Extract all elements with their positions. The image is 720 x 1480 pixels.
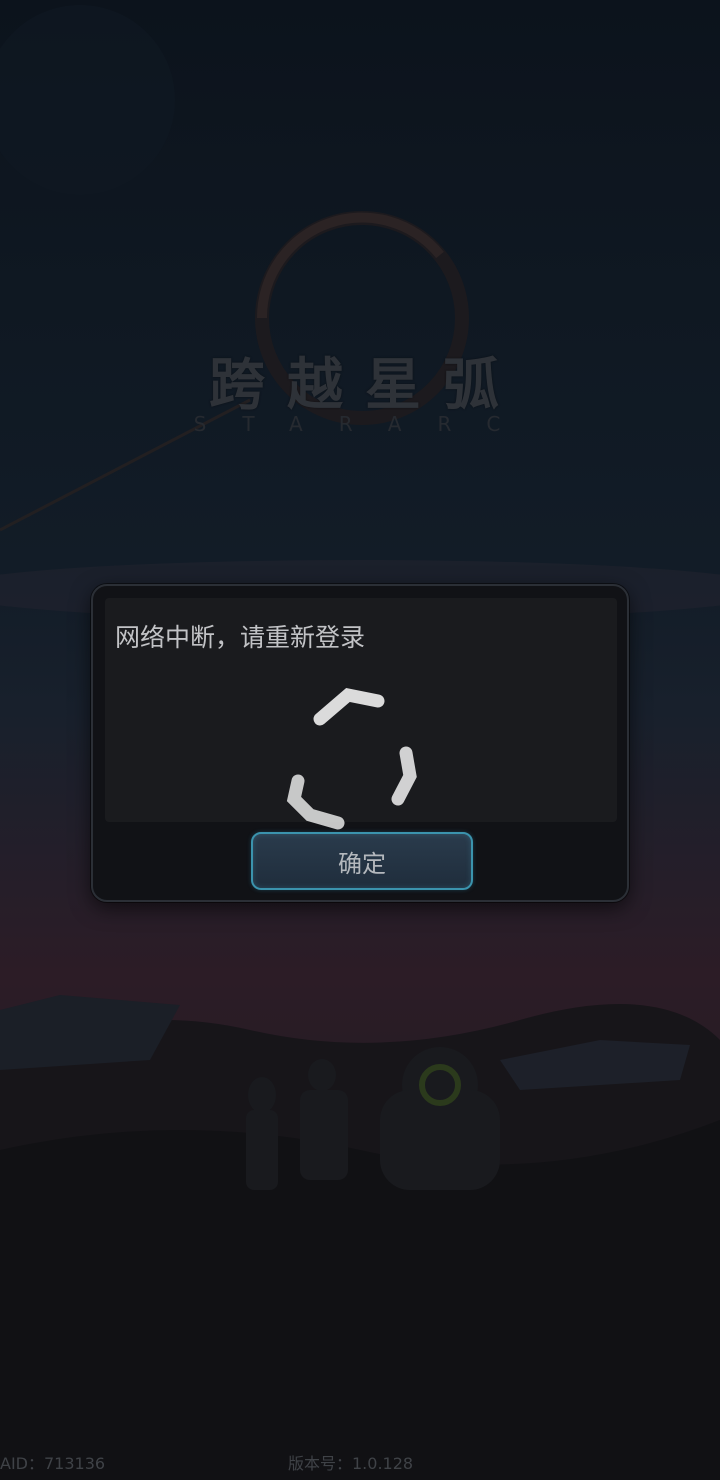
version-label: 版本号：1.0.128 <box>288 1454 414 1473</box>
game-logo-title: 跨越星弧 <box>209 353 521 418</box>
account-id-label: AID：713136 <box>0 1454 106 1473</box>
loading-spinner-icon <box>286 688 417 830</box>
dialog-message: 网络中断，请重新登录 <box>115 623 366 652</box>
game-logo-subtitle: STARARC <box>193 412 537 436</box>
game-background: 跨越星弧 STARARC 网络中断，请重新登录 确定 AID：713136 版本… <box>0 0 720 1480</box>
planet-shape <box>0 5 175 195</box>
hills-near <box>0 1120 720 1480</box>
